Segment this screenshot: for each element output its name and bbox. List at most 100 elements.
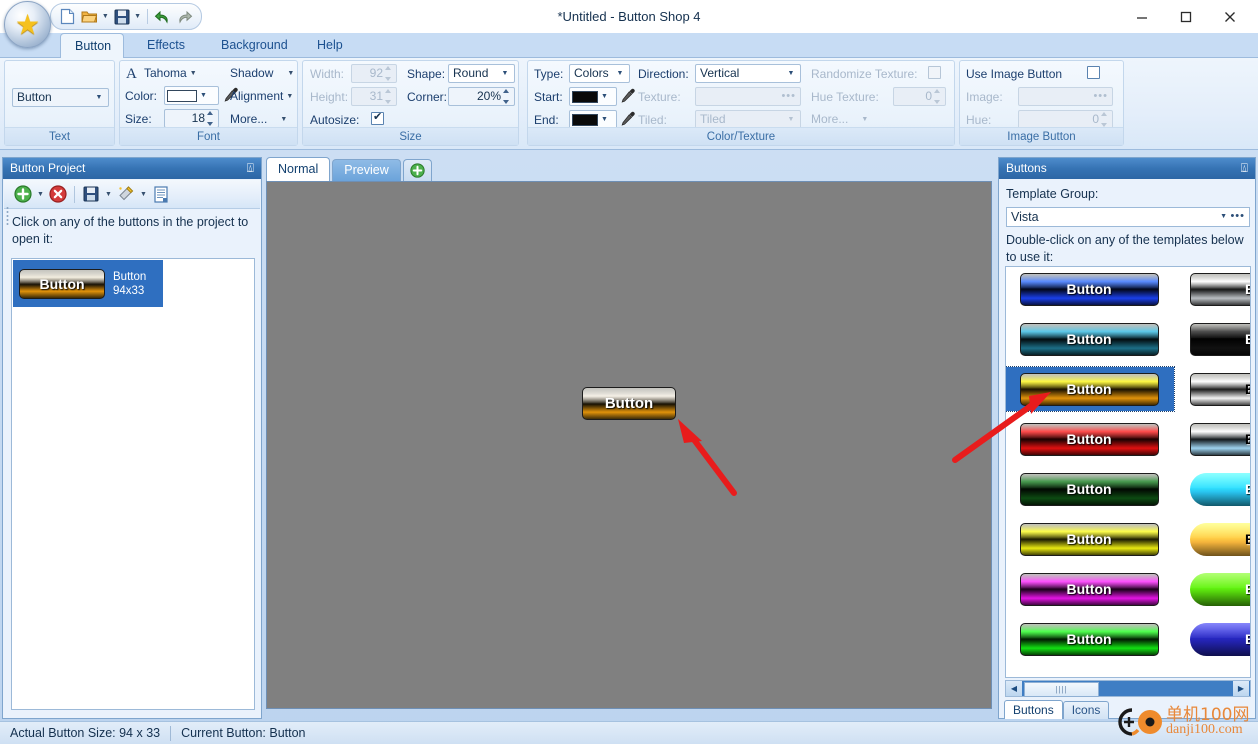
add-tab-icon[interactable] <box>402 159 432 181</box>
pin-icon[interactable]: ⍍ <box>247 158 254 179</box>
canvas-button[interactable]: Button <box>582 387 676 420</box>
template-item[interactable]: Butt <box>1174 367 1250 411</box>
scroll-right-arrow-icon[interactable]: ▶ <box>1233 681 1249 696</box>
scrollbar-thumb[interactable]: |||| <box>1024 682 1099 697</box>
template-group-combo[interactable]: Vista ▼ ••• <box>1006 207 1250 227</box>
type-combo[interactable]: Colors ▼ <box>569 64 630 83</box>
ribbon-tab-help[interactable]: Help <box>303 33 357 58</box>
template-button-preview: Button <box>1019 522 1159 556</box>
chevron-down-icon: ▼ <box>787 116 795 123</box>
wand-icon[interactable] <box>115 183 137 205</box>
font-family-menu[interactable]: Tahoma ▼ <box>144 64 197 83</box>
template-item[interactable]: Butt <box>1174 567 1250 611</box>
template-item[interactable]: Button <box>1006 567 1174 611</box>
buttons-panel: Buttons ⍍ Template Group: Vista ▼ ••• Do… <box>952 157 1256 719</box>
status-current-button-value: Button <box>269 726 306 740</box>
font-color-swatch-button[interactable]: ▼ <box>164 86 219 105</box>
template-item[interactable]: Button <box>1006 317 1174 361</box>
list-icon[interactable] <box>150 183 172 205</box>
template-item[interactable]: Button <box>1006 467 1174 511</box>
quick-access-separator <box>147 9 148 24</box>
template-item[interactable]: Button <box>1006 267 1174 311</box>
add-button-icon[interactable] <box>12 183 34 205</box>
save-disk-icon[interactable] <box>112 7 132 27</box>
hue-label: Hue: <box>966 113 992 127</box>
template-button-label: Button <box>1066 631 1112 647</box>
eyedropper-icon[interactable] <box>619 110 636 128</box>
panel-tab-strip: Buttons Icons <box>1004 700 1110 719</box>
undo-icon[interactable] <box>153 7 173 27</box>
template-item[interactable]: Butt <box>1174 467 1250 511</box>
hue-value: 0 <box>1092 112 1099 126</box>
window-controls <box>1120 0 1252 33</box>
direction-label: Direction: <box>638 67 689 81</box>
template-item[interactable]: Button <box>1006 617 1174 661</box>
redo-icon[interactable] <box>175 7 195 27</box>
application-window: *Untitled - Button Shop 4 ★ ▼ ▼ Button E… <box>0 0 1258 744</box>
ellipsis-icon[interactable]: ••• <box>1230 208 1245 224</box>
font-size-spinner[interactable]: 18 <box>164 109 219 128</box>
shape-combo[interactable]: Round ▼ <box>448 64 515 83</box>
use-image-button-checkbox[interactable] <box>1087 66 1100 79</box>
minimize-button[interactable] <box>1120 4 1164 30</box>
tiled-label: Tiled: <box>638 113 667 127</box>
save-dropdown-caret-icon[interactable]: ▼ <box>133 7 142 27</box>
template-item[interactable]: Butt <box>1174 317 1250 361</box>
application-orb-button[interactable]: ★ <box>4 1 51 48</box>
ribbon-tab-background[interactable]: Background <box>207 33 302 58</box>
text-value-combo[interactable]: Button ▼ <box>12 88 109 107</box>
wand-caret-icon[interactable]: ▼ <box>138 183 149 205</box>
toolbar-separator <box>74 185 75 203</box>
direction-combo[interactable]: Vertical ▼ <box>695 64 801 83</box>
save-project-caret-icon[interactable]: ▼ <box>103 183 114 205</box>
tab-preview[interactable]: Preview <box>332 159 401 181</box>
corner-spinner[interactable]: 20% <box>448 87 515 106</box>
pin-icon[interactable]: ⍍ <box>1241 158 1248 179</box>
template-item[interactable]: Butt <box>1174 417 1250 461</box>
ribbon-group-image-button: Use Image Button Image: ••• Hue: 0 Image… <box>959 60 1124 146</box>
add-button-caret-icon[interactable]: ▼ <box>35 183 46 205</box>
ribbon-tab-button[interactable]: Button <box>60 33 124 59</box>
template-button-preview: Butt <box>1189 322 1250 356</box>
tab-normal[interactable]: Normal <box>266 157 331 181</box>
spinner-arrows-icon[interactable] <box>503 89 512 104</box>
template-button-label: Butt <box>1245 481 1250 497</box>
open-dropdown-caret-icon[interactable]: ▼ <box>101 7 110 27</box>
template-item[interactable]: Button <box>1006 517 1174 561</box>
button-project-panel: Button Project ⍍ ▼ ▼ ▼ Click on any of t… <box>2 157 262 719</box>
new-document-icon[interactable] <box>58 7 78 27</box>
template-button-label: Button <box>1066 531 1112 547</box>
save-project-icon[interactable] <box>80 183 102 205</box>
template-item[interactable]: Butt <box>1174 267 1250 311</box>
scroll-left-arrow-icon[interactable]: ◀ <box>1006 681 1022 696</box>
spinner-arrows-icon[interactable] <box>207 111 216 126</box>
list-item[interactable]: Button Button 94x33 <box>13 260 163 307</box>
template-button-preview: Button <box>1019 472 1159 506</box>
template-item[interactable]: Butt <box>1174 617 1250 661</box>
template-item[interactable]: Butt <box>1174 517 1250 561</box>
button-project-toolbar: ▼ ▼ ▼ <box>4 180 260 225</box>
open-folder-icon[interactable] <box>80 7 100 27</box>
alignment-menu[interactable]: Alignment ▼ <box>230 87 293 106</box>
delete-button-icon[interactable] <box>47 183 69 205</box>
template-grid-hscrollbar[interactable]: ◀ |||| ▶ <box>1005 680 1251 697</box>
template-button-preview: Butt <box>1189 522 1250 556</box>
template-item[interactable]: Button <box>1006 366 1175 412</box>
chevron-down-icon: ▼ <box>200 92 207 99</box>
template-grid[interactable]: Button Butt Button Butt Button Butt Button Butt… <box>1005 266 1251 678</box>
autosize-checkbox[interactable] <box>371 110 384 125</box>
template-item[interactable]: Button <box>1006 417 1174 461</box>
close-button[interactable] <box>1208 4 1252 30</box>
toolbar-grip[interactable] <box>6 206 9 226</box>
tab-buttons[interactable]: Buttons <box>1004 700 1063 719</box>
maximize-button[interactable] <box>1164 4 1208 30</box>
ribbon-tab-effects[interactable]: Effects <box>133 33 199 58</box>
button-project-list[interactable]: Button Button 94x33 <box>11 258 255 710</box>
shadow-menu[interactable]: Shadow ▼ <box>230 64 294 83</box>
template-button-preview: Butt <box>1189 572 1250 606</box>
start-color-swatch-button[interactable]: ▼ <box>569 87 617 106</box>
tab-icons[interactable]: Icons <box>1062 701 1110 719</box>
eyedropper-icon[interactable] <box>619 87 636 105</box>
design-canvas[interactable]: Button <box>266 181 992 709</box>
template-button-label: Butt <box>1245 581 1250 597</box>
